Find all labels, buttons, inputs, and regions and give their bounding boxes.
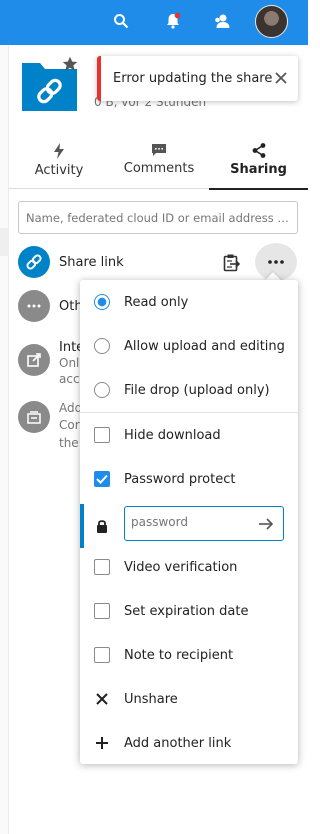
allow-upload-label: Allow upload and editing bbox=[124, 338, 285, 354]
check-icon bbox=[96, 474, 108, 484]
password-protect-checkbox[interactable] bbox=[94, 471, 110, 487]
menu-hide-download[interactable]: Hide download bbox=[80, 413, 298, 457]
share-link-label: Share link bbox=[59, 254, 124, 270]
read-only-label: Read only bbox=[124, 294, 189, 310]
menu-file-drop[interactable]: File drop (upload only) bbox=[80, 368, 298, 412]
share-icon bbox=[252, 143, 265, 158]
tab-comments-label: Comments bbox=[123, 161, 195, 176]
more-icon bbox=[18, 290, 50, 322]
menu-add-another-link[interactable]: Add another link bbox=[80, 721, 298, 765]
password-field[interactable] bbox=[124, 506, 284, 541]
active-item-indicator bbox=[80, 504, 84, 548]
password-protect-label: Password protect bbox=[124, 471, 236, 487]
file-drop-label: File drop (upload only) bbox=[124, 382, 270, 398]
share-link-menu: Read only Allow upload and editing File … bbox=[80, 280, 298, 764]
lock-icon bbox=[96, 518, 108, 537]
read-only-radio[interactable] bbox=[94, 294, 110, 310]
external-link-icon bbox=[18, 344, 50, 376]
tab-activity[interactable]: Activity bbox=[9, 143, 109, 189]
notifications-icon[interactable] bbox=[162, 10, 184, 32]
file-drop-radio[interactable] bbox=[94, 382, 110, 398]
add-desc-2: Cor bbox=[59, 418, 80, 432]
password-input[interactable] bbox=[131, 515, 249, 529]
video-verification-checkbox[interactable] bbox=[94, 559, 110, 575]
unshare-label: Unshare bbox=[124, 691, 178, 707]
error-toast: Error updating the share bbox=[97, 56, 298, 101]
tab-comments[interactable]: Comments bbox=[109, 143, 209, 189]
tab-activity-label: Activity bbox=[34, 163, 84, 178]
close-icon bbox=[94, 691, 110, 707]
allow-upload-radio[interactable] bbox=[94, 338, 110, 354]
menu-allow-upload[interactable]: Allow upload and editing bbox=[80, 324, 298, 368]
hide-download-checkbox[interactable] bbox=[94, 427, 110, 443]
menu-read-only[interactable]: Read only bbox=[80, 280, 298, 324]
flash-icon bbox=[54, 143, 64, 159]
tab-sharing-label: Sharing bbox=[230, 162, 287, 177]
add-desc-1: Add bbox=[59, 401, 83, 415]
favorite-star-icon[interactable] bbox=[62, 56, 78, 76]
search-icon[interactable] bbox=[110, 10, 132, 32]
expiration-date-label: Set expiration date bbox=[124, 603, 249, 619]
user-avatar[interactable] bbox=[255, 5, 288, 38]
add-another-link-label: Add another link bbox=[124, 735, 232, 751]
share-search-input[interactable] bbox=[18, 201, 298, 234]
menu-password-protect[interactable]: Password protect bbox=[80, 457, 298, 501]
sidebar-tabs: Activity Comments Sharing bbox=[9, 143, 308, 190]
menu-video-verification[interactable]: Video verification bbox=[80, 545, 298, 589]
add-share-row bbox=[18, 401, 50, 433]
other-shares-row[interactable]: Oth bbox=[18, 290, 83, 322]
add-icon bbox=[94, 735, 110, 751]
files-stack-icon bbox=[18, 401, 50, 433]
internal-link-desc-1: Onl bbox=[59, 356, 80, 370]
contacts-icon[interactable] bbox=[211, 10, 233, 32]
expiration-date-checkbox[interactable] bbox=[94, 603, 110, 619]
share-link-row: Share link bbox=[18, 246, 124, 278]
tab-sharing[interactable]: Sharing bbox=[209, 143, 308, 190]
note-checkbox[interactable] bbox=[94, 647, 110, 663]
app-navigation-edge bbox=[0, 45, 9, 834]
more-icon bbox=[268, 260, 284, 264]
link-icon bbox=[18, 246, 50, 278]
top-bar bbox=[0, 0, 308, 45]
menu-expiration-date[interactable]: Set expiration date bbox=[80, 589, 298, 633]
note-label: Note to recipient bbox=[124, 647, 234, 663]
hide-download-label: Hide download bbox=[124, 427, 221, 443]
add-desc-3: the bbox=[59, 436, 79, 450]
copy-clipboard-icon[interactable] bbox=[222, 253, 242, 273]
submit-arrow-icon[interactable] bbox=[257, 515, 275, 537]
menu-unshare[interactable]: Unshare bbox=[80, 677, 298, 721]
internal-link-row bbox=[18, 344, 50, 376]
menu-note-to-recipient[interactable]: Note to recipient bbox=[80, 633, 298, 677]
internal-link-desc-2: acc bbox=[59, 372, 80, 386]
comment-icon bbox=[152, 144, 166, 156]
video-verification-label: Video verification bbox=[124, 559, 238, 575]
toast-message: Error updating the share bbox=[113, 71, 273, 86]
close-icon[interactable] bbox=[272, 69, 290, 87]
